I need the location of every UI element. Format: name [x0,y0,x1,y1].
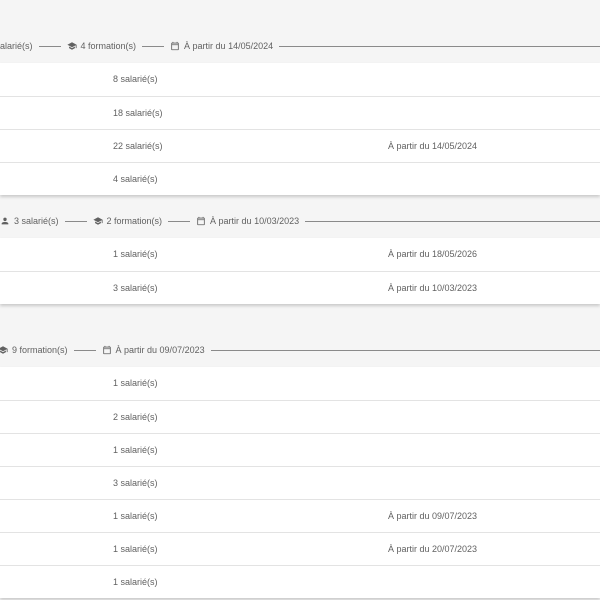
training-count-label: 4 formation(s) [80,41,137,51]
start-date-cell: À partir du 10/03/2023 [388,283,478,293]
table-row[interactable]: 1 salarié(s) À partir du 18/05/2026 [0,238,600,271]
table-row[interactable]: 1 salarié(s) [0,367,600,400]
training-count-meta: 9 formation(s) [0,345,68,355]
training-count-meta: 4 formation(s) [66,41,137,51]
table-row[interactable]: 3 salarié(s) [0,466,600,499]
employee-count-cell: 18 salarié(s) [113,108,163,118]
employee-count-cell: 2 salarié(s) [113,412,158,422]
header-rule [279,45,600,47]
calendar-icon [170,41,180,51]
employee-count-cell: 1 salarié(s) [113,249,158,259]
employee-count-cell: 3 salarié(s) [113,283,158,293]
employee-table: 1 salarié(s) À partir du 18/05/2026 3 sa… [0,238,600,304]
start-date-meta: À partir du 10/03/2023 [196,216,299,226]
table-row[interactable]: 18 salarié(s) [0,96,600,129]
start-date-cell: À partir du 18/05/2026 [388,249,478,259]
employee-count-cell: 1 salarié(s) [113,544,158,554]
graduation-cap-icon [66,41,77,51]
calendar-icon [196,216,206,226]
training-count-meta: 2 formation(s) [92,216,163,226]
header-rule [305,220,600,222]
graduation-cap-icon [92,216,103,226]
group-header[interactable]: 3 salarié(s) 2 formation(s) À partir du … [0,212,600,230]
group-header[interactable]: 9 formation(s) À partir du 09/07/2023 [0,341,600,359]
employee-count-cell: 4 salarié(s) [113,174,158,184]
header-separator [168,220,191,222]
table-row[interactable]: 4 salarié(s) [0,162,600,195]
employee-count-meta: 3 salarié(s) [0,216,59,226]
start-date-meta: À partir du 14/05/2024 [170,41,273,51]
training-count-label: 2 formation(s) [106,216,163,226]
header-separator [73,349,96,351]
table-row[interactable]: 1 salarié(s) À partir du 20/07/2023 [0,532,600,565]
employee-count-cell: 1 salarié(s) [113,511,158,521]
start-date-cell: À partir du 14/05/2024 [388,141,478,151]
table-row[interactable]: 8 salarié(s) [0,63,600,96]
employee-count-label: 3 salarié(s) [14,216,59,226]
header-separator [64,220,87,222]
employee-count-meta: alarié(s) [0,41,33,51]
calendar-icon [102,345,112,355]
start-date-label: À partir du 14/05/2024 [184,41,274,51]
employee-count-cell: 1 salarié(s) [113,445,158,455]
table-row[interactable]: 1 salarié(s) [0,433,600,466]
graduation-cap-icon [0,345,8,355]
employee-count-cell: 22 salarié(s) [113,141,163,151]
table-row[interactable]: 22 salarié(s) À partir du 14/05/2024 [0,129,600,162]
header-separator [38,45,61,47]
start-date-label: À partir du 09/07/2023 [115,345,205,355]
header-separator [142,45,165,47]
employee-count-cell: 1 salarié(s) [113,378,158,388]
employee-count-cell: 8 salarié(s) [113,74,158,84]
employee-count-cell: 3 salarié(s) [113,478,158,488]
start-date-meta: À partir du 09/07/2023 [102,345,205,355]
person-icon [0,216,10,226]
employee-count-label: alarié(s) [0,41,33,51]
table-row[interactable]: 1 salarié(s) [0,565,600,598]
employee-count-cell: 1 salarié(s) [113,577,158,587]
table-row[interactable]: 3 salarié(s) À partir du 10/03/2023 [0,271,600,304]
header-rule [210,349,600,351]
table-row[interactable]: 1 salarié(s) À partir du 09/07/2023 [0,499,600,532]
training-count-label: 9 formation(s) [12,345,68,355]
start-date-cell: À partir du 20/07/2023 [388,544,478,554]
employee-table: 1 salarié(s) 2 salarié(s) 1 salarié(s) 3… [0,367,600,598]
group-header[interactable]: alarié(s) 4 formation(s) À partir du 14/… [0,37,600,55]
table-row[interactable]: 2 salarié(s) [0,400,600,433]
start-date-label: À partir du 10/03/2023 [210,216,300,226]
employee-table: 8 salarié(s) 18 salarié(s) 22 salarié(s)… [0,63,600,195]
start-date-cell: À partir du 09/07/2023 [388,511,478,521]
